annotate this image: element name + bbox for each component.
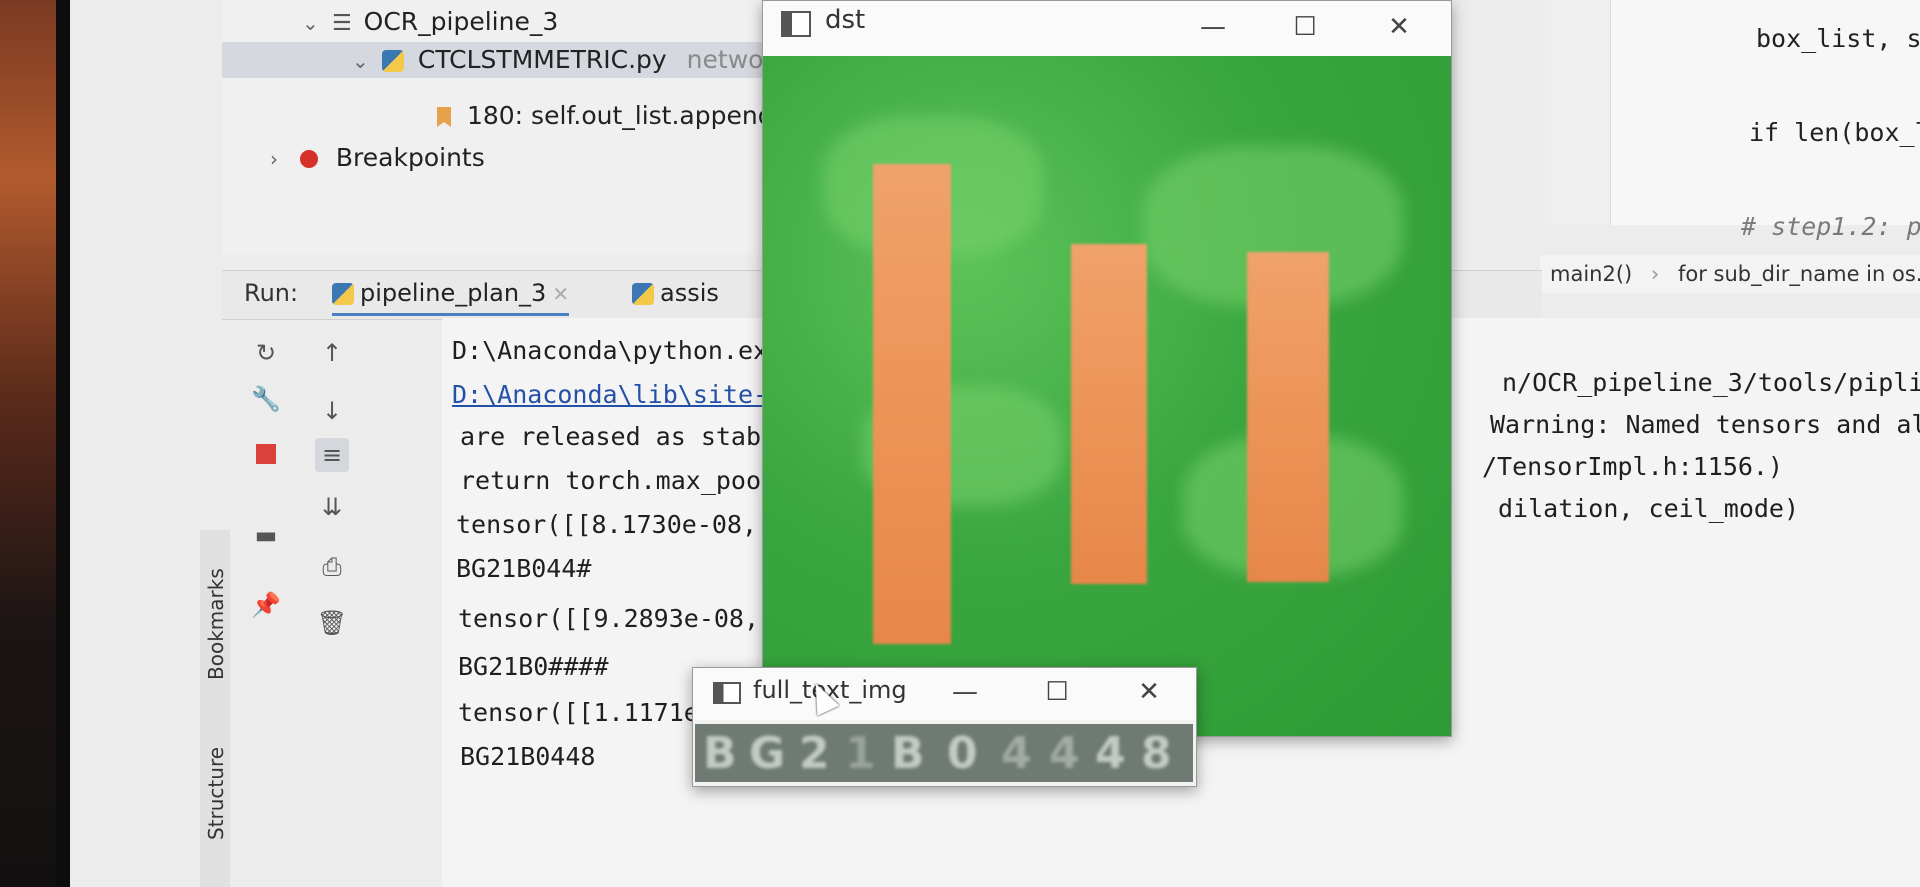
console-line: tensor([[8.1730e-08, 1 [456, 510, 788, 539]
code-editor[interactable]: box_list, score if len(box_list) # step1… [1610, 0, 1920, 241]
breadcrumb-item[interactable]: for sub_dir_name in os.listd [1678, 262, 1920, 286]
arrow-up-icon[interactable]: ↑ [315, 336, 349, 370]
stop-icon [256, 444, 276, 464]
dst-titlebar[interactable]: dst — ☐ ✕ [763, 1, 1451, 59]
close-icon[interactable]: ✕ [552, 282, 569, 306]
tree-file-label: CTCLSTMMETRIC.py [417, 45, 667, 74]
run-label: Run: [244, 279, 299, 307]
dst-window[interactable]: dst — ☐ ✕ [762, 0, 1452, 737]
close-button[interactable]: ✕ [1379, 9, 1419, 45]
pin-icon[interactable]: 📌 [249, 588, 283, 622]
console-line: n/OCR_pipeline_3/tools/pipline_a [1502, 368, 1920, 397]
run-tool-column-2: ↑ ↓ ≡ ⇊ ⎙ 🗑 [308, 318, 356, 887]
image-char: 4 [1095, 728, 1128, 779]
breadcrumb-separator: › [1650, 262, 1660, 286]
console-line: return torch.max_poo [460, 466, 762, 495]
full-text-titlebar[interactable]: full_text_img — ☐ ✕ [693, 668, 1196, 720]
list-icon: ☰ [331, 11, 352, 36]
photo-edge [0, 0, 70, 887]
full-text-image: B G 2 1 B 0 4 4 4 8 [695, 724, 1193, 782]
window-icon [713, 682, 741, 704]
tree-item-breakpoints[interactable]: › Breakpoints [270, 140, 485, 176]
dst-title: dst [825, 5, 866, 35]
breakpoint-icon [299, 150, 318, 168]
console-line: BG21B0#### [458, 652, 609, 681]
console-line: tensor([[1.1171e-0 [458, 698, 729, 727]
breadcrumb: main2() › for sub_dir_name in os.listd [1540, 255, 1920, 293]
tree-item-file[interactable]: ⌄ CTCLSTMMETRIC.py networks/ [222, 42, 832, 78]
side-tab-bookmarks[interactable]: Bookmarks [204, 568, 228, 680]
image-bar [1247, 252, 1329, 582]
console-line: tensor([[9.2893e-08, 1 [458, 604, 790, 633]
tab-assis[interactable]: assis [632, 279, 719, 307]
tree-item-root[interactable]: ⌄ ☰ OCR_pipeline_3 [302, 4, 832, 40]
tab-label: assis [660, 279, 719, 307]
console-link[interactable]: D:\Anaconda\lib\site-p [452, 380, 783, 409]
image-char: 0 [947, 728, 980, 779]
image-char: 8 [1141, 728, 1174, 779]
breakpoints-label: Breakpoints [335, 143, 485, 172]
chevron-down-icon[interactable]: ⌄ [302, 5, 324, 41]
image-char: 2 [799, 728, 832, 779]
stop-button[interactable] [249, 436, 283, 470]
full-text-window[interactable]: full_text_img — ☐ ✕ B G 2 1 B 0 4 4 4 8 [692, 667, 1197, 787]
minimize-button[interactable]: — [945, 674, 985, 710]
arrow-down-icon[interactable]: ↓ [315, 394, 349, 428]
console-line: D:\Anaconda\python.exe [452, 336, 784, 365]
image-char: 1 [845, 728, 878, 779]
code-line: if len(box_list) [1749, 118, 1920, 147]
bookmark-icon [437, 107, 451, 127]
tree-root-label: OCR_pipeline_3 [363, 7, 559, 36]
console-line: dilation, ceil_mode) [1498, 494, 1800, 523]
chevron-right-icon[interactable]: › [270, 141, 292, 177]
code-comment: # step1.2: pers [1741, 212, 1920, 241]
close-button[interactable]: ✕ [1129, 674, 1169, 710]
project-tree: ⌄ ☰ OCR_pipeline_3 ⌄ CTCLSTMMETRIC.py ne… [222, 0, 834, 255]
side-tab-structure[interactable]: Structure [204, 747, 228, 840]
run-tool-column-1: ↻ 🔧 ▬ 📌 [242, 318, 290, 887]
code-line: box_list, score [1756, 24, 1920, 53]
console-line: are released as stabl [460, 422, 777, 451]
chevron-down-icon[interactable]: ⌄ [352, 43, 374, 79]
window-icon [781, 11, 811, 37]
python-icon [332, 283, 354, 305]
image-bar [873, 164, 951, 644]
tab-label: pipeline_plan_3 [360, 279, 547, 307]
image-char: B [891, 728, 927, 779]
console-line: /TensorImpl.h:1156.) [1482, 452, 1784, 481]
maximize-button[interactable]: ☐ [1285, 9, 1325, 45]
side-tool-strip: Bookmarks Structure [200, 530, 230, 887]
tab-pipeline-plan[interactable]: pipeline_plan_3 ✕ [332, 279, 570, 316]
dst-image [763, 56, 1451, 736]
image-char: 4 [1049, 728, 1082, 779]
scroll-to-end-icon[interactable]: ⇊ [315, 490, 349, 524]
image-bar [1071, 244, 1147, 584]
breadcrumb-item[interactable]: main2() [1550, 262, 1632, 286]
console-line: BG21B044# [456, 554, 592, 583]
console-line: BG21B0448 [460, 742, 596, 771]
image-char: G [749, 728, 788, 779]
rerun-icon[interactable]: ↻ [249, 336, 283, 370]
trash-icon[interactable]: 🗑 [315, 606, 349, 640]
image-char: 4 [1001, 728, 1034, 779]
editor-gutter [1545, 0, 1610, 225]
python-file-icon [381, 50, 404, 72]
print-icon[interactable]: ⎙ [315, 550, 349, 584]
image-char: B [703, 728, 739, 779]
soft-wrap-icon[interactable]: ≡ [315, 438, 349, 472]
console-line: Warning: Named tensors and all t [1490, 410, 1920, 439]
python-icon [632, 283, 654, 305]
wrench-icon[interactable]: 🔧 [249, 382, 283, 416]
layout-icon[interactable]: ▬ [249, 518, 283, 552]
maximize-button[interactable]: ☐ [1037, 674, 1077, 710]
minimize-button[interactable]: — [1193, 9, 1233, 45]
